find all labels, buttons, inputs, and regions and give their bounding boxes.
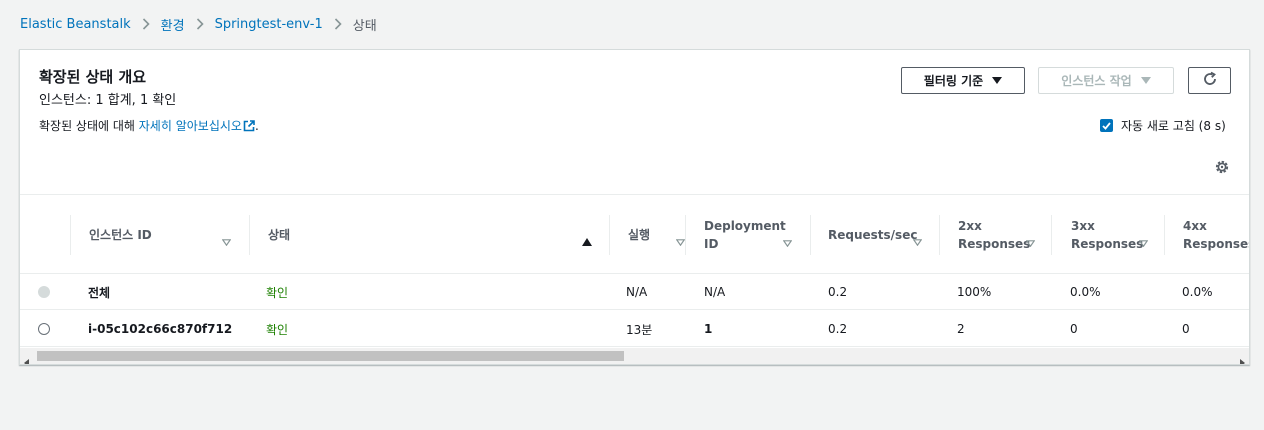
caret-down-icon	[1140, 74, 1151, 88]
refresh-icon	[1202, 71, 1218, 90]
column-instance-id[interactable]: 인스턴스 ID	[89, 215, 249, 255]
3xx-cell: 0	[1070, 322, 1078, 336]
scroll-left-icon[interactable]	[24, 352, 30, 364]
column-3xx-responses[interactable]: 3xx Responses	[1071, 215, 1164, 255]
filter-by-button[interactable]: 필터링 기준	[901, 67, 1025, 94]
table-row[interactable]: i-05c102c66c870f712 확인 13분 1 0.2 2 0 0	[20, 311, 1249, 347]
instance-id-cell: 전체	[88, 285, 111, 300]
column-label: 인스턴스 ID	[89, 228, 152, 242]
caret-down-icon	[992, 74, 1003, 88]
sort-filter-icon	[1138, 236, 1149, 250]
chevron-right-icon	[131, 17, 161, 32]
column-separator	[1164, 215, 1165, 255]
column-separator	[70, 215, 71, 255]
instance-id-cell: i-05c102c66c870f712	[88, 322, 233, 336]
column-requests-sec[interactable]: Requests/sec	[828, 215, 939, 255]
chevron-right-icon	[323, 17, 353, 32]
info-suffix: .	[254, 119, 259, 133]
requests-cell: 0.2	[828, 322, 848, 336]
column-label: Deployment ID	[704, 219, 786, 251]
2xx-cell: 2	[957, 322, 965, 336]
auto-refresh-toggle[interactable]: 자동 새로 고침 (8 s)	[1100, 117, 1226, 134]
sort-filter-icon	[221, 235, 232, 249]
status-cell: 확인	[266, 322, 289, 337]
column-label: 상태	[268, 228, 291, 242]
learn-more-link[interactable]: 자세히 알아보십시오	[139, 119, 242, 133]
column-run[interactable]: 실행	[628, 215, 686, 255]
row-select-cell	[38, 311, 50, 347]
sort-ascending-icon	[582, 235, 592, 249]
status-cell: 확인	[266, 285, 289, 300]
column-separator	[685, 215, 686, 255]
auto-refresh-checkbox[interactable]	[1100, 119, 1113, 132]
column-separator	[609, 215, 610, 255]
auto-refresh-label: 자동 새로 고침 (8 s)	[1121, 119, 1226, 133]
4xx-cell: 0	[1182, 322, 1190, 336]
panel-title: 확장된 상태 개요	[39, 68, 147, 86]
instance-actions-button[interactable]: 인스턴스 작업	[1038, 67, 1174, 94]
table-row[interactable]: 전체 확인 N/A N/A 0.2 100% 0.0% 0.0%	[20, 274, 1249, 310]
column-label: 3xx Responses	[1071, 219, 1144, 251]
horizontal-scrollbar[interactable]	[20, 348, 1249, 364]
sort-filter-icon	[675, 235, 686, 249]
enhanced-health-panel: 확장된 상태 개요 인스턴스: 1 합계, 1 확인 확장된 상태에 대해 자세…	[19, 49, 1250, 365]
refresh-button[interactable]	[1188, 67, 1231, 94]
column-separator	[1051, 215, 1052, 255]
run-cell: 13분	[626, 322, 653, 337]
info-text: 확장된 상태에 대해 자세히 알아보십시오.	[39, 117, 259, 135]
gear-icon[interactable]	[1214, 159, 1230, 175]
column-4xx-responses[interactable]: 4xx Responses	[1183, 215, 1250, 255]
row-radio[interactable]	[38, 323, 50, 335]
breadcrumb-env-name[interactable]: Springtest-env-1	[215, 17, 323, 32]
column-separator	[939, 215, 940, 255]
sort-filter-icon	[1025, 236, 1036, 250]
chevron-right-icon	[185, 17, 215, 32]
external-link-icon	[243, 120, 255, 135]
column-status[interactable]: 상태	[268, 215, 608, 255]
breadcrumb-current: 상태	[352, 18, 377, 34]
scrollbar-thumb[interactable]	[37, 351, 624, 361]
breadcrumb-environments[interactable]: 환경	[161, 15, 185, 34]
column-label: 2xx Responses	[958, 219, 1031, 251]
column-label: Requests/sec	[828, 228, 918, 242]
2xx-cell: 100%	[957, 285, 992, 299]
breadcrumb-elastic-beanstalk[interactable]: Elastic Beanstalk	[20, 17, 131, 32]
sort-filter-icon	[912, 235, 923, 249]
requests-cell: 0.2	[828, 285, 848, 299]
breadcrumb: Elastic Beanstalk 환경 Springtest-env-1 상태	[20, 14, 377, 34]
table-header: 인스턴스 ID 상태 실행 Deployment ID Requests/sec	[20, 194, 1250, 274]
sort-filter-icon	[782, 236, 793, 250]
3xx-cell: 0.0%	[1070, 285, 1101, 299]
deployment-cell: 1	[704, 322, 713, 336]
row-radio	[38, 286, 50, 298]
filter-by-label: 필터링 기준	[923, 74, 984, 88]
instance-summary: 인스턴스: 1 합계, 1 확인	[39, 93, 177, 108]
instance-actions-label: 인스턴스 작업	[1061, 74, 1132, 88]
scroll-right-icon[interactable]	[1239, 352, 1245, 364]
info-prefix: 확장된 상태에 대해	[39, 119, 139, 133]
column-label: 4xx Responses	[1183, 219, 1250, 251]
column-2xx-responses[interactable]: 2xx Responses	[958, 215, 1051, 255]
run-cell: N/A	[626, 285, 648, 299]
column-label: 실행	[628, 228, 651, 242]
column-separator	[810, 215, 811, 255]
column-deployment-id[interactable]: Deployment ID	[704, 215, 810, 255]
deployment-cell: N/A	[704, 285, 726, 299]
row-select-cell	[38, 274, 50, 310]
4xx-cell: 0.0%	[1182, 285, 1213, 299]
column-separator	[249, 215, 250, 255]
